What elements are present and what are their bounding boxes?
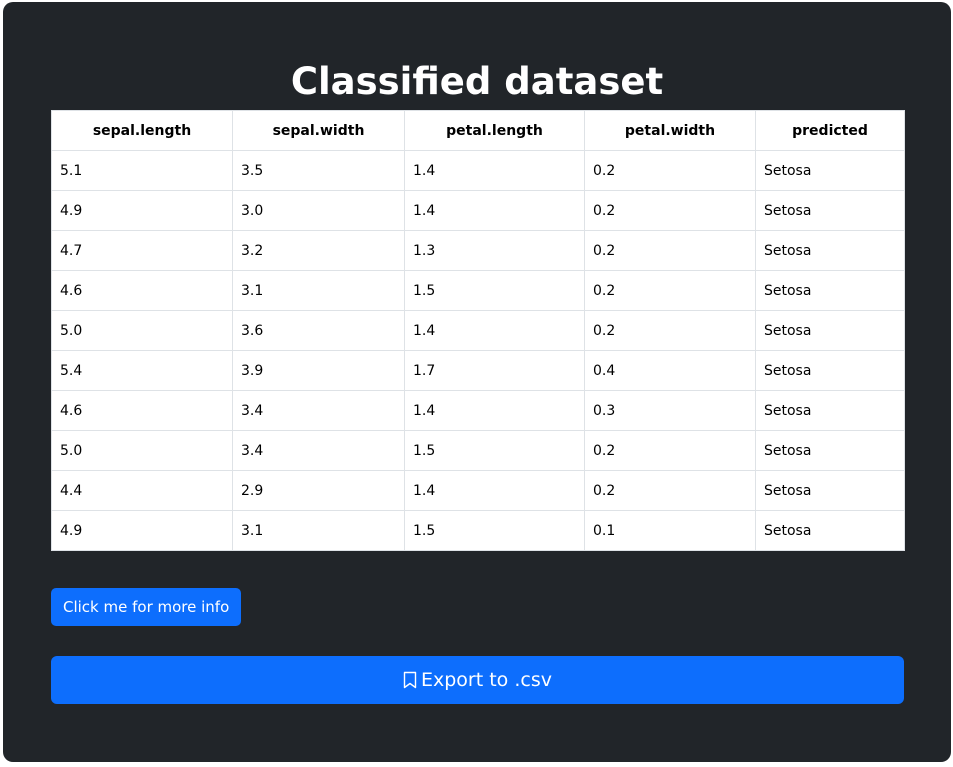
table-cell: 3.4 [232,430,405,471]
table-row: 4.7 3.2 1.3 0.2 Setosa [51,230,905,271]
export-csv-button[interactable]: Export to .csv [51,656,904,704]
more-info-button[interactable]: Click me for more info [51,588,242,626]
table-cell: Setosa [755,190,905,231]
table-cell: Setosa [755,350,905,391]
table-header: sepal.length sepal.width petal.length pe… [51,110,905,151]
table-cell: Setosa [755,470,905,511]
table-cell: Setosa [755,310,905,351]
table-cell: 3.9 [232,350,405,391]
table-cell: 0.3 [584,390,756,431]
table-cell: 5.0 [51,430,233,471]
table-cell: 0.2 [584,230,756,271]
table-cell: Setosa [755,270,905,311]
main-card: Classified dataset sepal.length sepal.wi… [3,2,951,762]
table-cell: 5.1 [51,150,233,191]
dataset-table: sepal.length sepal.width petal.length pe… [51,110,905,551]
header-row: sepal.length sepal.width petal.length pe… [51,110,905,151]
table-cell: Setosa [755,150,905,191]
table-cell: 4.7 [51,230,233,271]
table-cell: 1.5 [404,430,585,471]
table-cell: 1.7 [404,350,585,391]
table-cell: 1.4 [404,470,585,511]
table-cell: 3.4 [232,390,405,431]
table-cell: 4.6 [51,270,233,311]
bookmark-icon [403,671,417,689]
export-csv-label: Export to .csv [421,669,552,691]
table-row: 4.6 3.4 1.4 0.3 Setosa [51,390,905,431]
table-cell: 0.2 [584,190,756,231]
table-cell: 5.4 [51,350,233,391]
table-cell: Setosa [755,430,905,471]
table-cell: 3.1 [232,510,405,551]
column-header-sepal-width: sepal.width [232,110,405,151]
column-header-sepal-length: sepal.length [51,110,233,151]
table-cell: Setosa [755,510,905,551]
table-cell: Setosa [755,390,905,431]
column-header-predicted: predicted [755,110,905,151]
table-cell: 1.4 [404,190,585,231]
table-cell: 1.4 [404,150,585,191]
table-cell: 5.0 [51,310,233,351]
table-row: 5.0 3.6 1.4 0.2 Setosa [51,310,905,351]
table-row: 4.6 3.1 1.5 0.2 Setosa [51,270,905,311]
table-cell: 0.2 [584,310,756,351]
table-row: 4.4 2.9 1.4 0.2 Setosa [51,470,905,511]
column-header-petal-width: petal.width [584,110,756,151]
table-cell: 3.6 [232,310,405,351]
table-cell: 4.4 [51,470,233,511]
table-body: 5.1 3.5 1.4 0.2 Setosa 4.9 3.0 1.4 0.2 Setosa 4.7 3… [51,150,905,551]
table-row: 5.1 3.5 1.4 0.2 Setosa [51,150,905,191]
table-row: 4.9 3.1 1.5 0.1 Setosa [51,510,905,551]
table-cell: 3.0 [232,190,405,231]
dataset-table-container: sepal.length sepal.width petal.length pe… [51,110,905,551]
table-cell: 0.2 [584,430,756,471]
table-cell: 1.3 [404,230,585,271]
table-cell: 4.9 [51,510,233,551]
table-row: 5.4 3.9 1.7 0.4 Setosa [51,350,905,391]
page-title: Classified dataset [290,60,664,103]
table-cell: 0.2 [584,470,756,511]
column-header-petal-length: petal.length [404,110,585,151]
table-row: 5.0 3.4 1.5 0.2 Setosa [51,430,905,471]
table-cell: 0.4 [584,350,756,391]
table-cell: Setosa [755,230,905,271]
table-cell: 1.5 [404,510,585,551]
table-cell: 1.4 [404,310,585,351]
table-cell: 0.1 [584,510,756,551]
table-cell: 3.5 [232,150,405,191]
table-cell: 1.5 [404,270,585,311]
table-cell: 0.2 [584,270,756,311]
table-cell: 1.4 [404,390,585,431]
table-cell: 0.2 [584,150,756,191]
table-cell: 4.6 [51,390,233,431]
table-row: 4.9 3.0 1.4 0.2 Setosa [51,190,905,231]
table-cell: 4.9 [51,190,233,231]
table-cell: 2.9 [232,470,405,511]
table-cell: 3.2 [232,230,405,271]
table-cell: 3.1 [232,270,405,311]
